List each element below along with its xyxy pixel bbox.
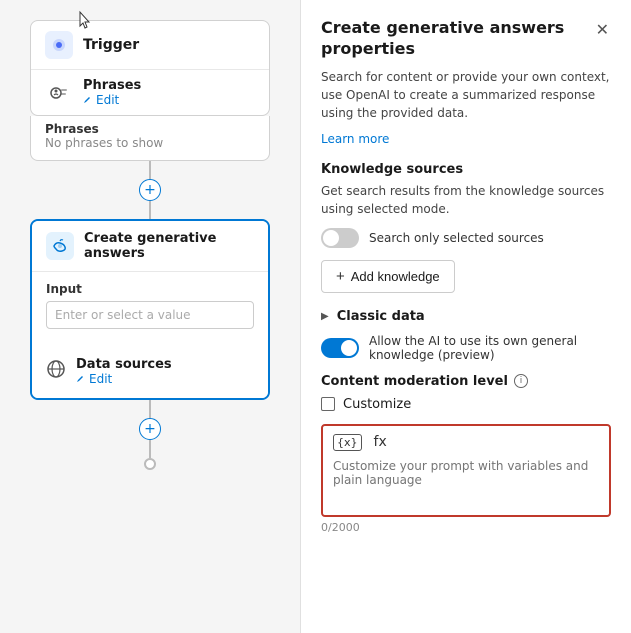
classic-data-label: Classic data (337, 309, 425, 324)
variable-icon[interactable]: {x} (333, 434, 362, 451)
classic-data-section[interactable]: ▶ Classic data (321, 309, 611, 324)
phrases-icon (45, 79, 73, 107)
trigger-icon (45, 31, 73, 59)
fx-icon[interactable]: fx (374, 434, 387, 450)
connector-line-2 (149, 201, 151, 219)
ai-knowledge-toggle-row: Allow the AI to use its own general know… (321, 334, 611, 362)
add-node-button-1[interactable]: + (139, 179, 161, 201)
trigger-label: Trigger (83, 37, 139, 53)
connector-2: + (139, 400, 161, 470)
connector-line-3 (149, 400, 151, 418)
phrases-edit-link[interactable]: Edit (83, 93, 141, 107)
add-node-button-2[interactable]: + (139, 418, 161, 440)
ai-knowledge-toggle[interactable] (321, 338, 359, 358)
panel-title: Create generative answers properties (321, 18, 594, 60)
content-moderation-label: Content moderation level (321, 374, 508, 389)
add-knowledge-plus-icon: + (336, 268, 345, 285)
add-knowledge-button[interactable]: + Add knowledge (321, 260, 455, 293)
end-node (144, 458, 156, 470)
gen-answers-label: Create generative answers (84, 231, 254, 261)
knowledge-sources-title: Knowledge sources (321, 162, 611, 177)
var-icon-label: {x} (333, 434, 362, 451)
content-moderation-info-icon[interactable]: i (514, 374, 528, 388)
panel-description: Search for content or provide your own c… (321, 68, 611, 122)
connector-line-4 (149, 440, 151, 458)
data-sources-icon (46, 359, 66, 384)
gen-answers-node: Create generative answers Input Enter or… (30, 219, 270, 400)
customize-label: Customize (343, 397, 411, 412)
prompt-count: 0/2000 (321, 521, 611, 534)
search-only-toggle-row: Search only selected sources (321, 228, 611, 248)
phrases-section-label: Phrases (45, 122, 255, 136)
ai-knowledge-label: Allow the AI to use its own general know… (369, 334, 611, 362)
customize-row: Customize (321, 397, 611, 412)
data-sources-edit-link[interactable]: Edit (76, 372, 172, 386)
close-button[interactable]: ✕ (594, 18, 611, 41)
data-sources-edit-icon (76, 374, 86, 384)
phrases-section: Phrases No phrases to show (30, 116, 270, 161)
prompt-area[interactable]: {x} fx (321, 424, 611, 517)
ai-toggle-knob (341, 340, 357, 356)
prompt-textarea[interactable] (333, 459, 599, 503)
phrases-empty-text: No phrases to show (45, 136, 255, 150)
classic-data-chevron: ▶ (321, 311, 329, 322)
data-sources-title: Data sources (76, 357, 172, 372)
edit-icon (83, 95, 93, 105)
content-moderation-section: Content moderation level i (321, 374, 611, 389)
search-only-label: Search only selected sources (369, 231, 544, 245)
search-only-toggle[interactable] (321, 228, 359, 248)
phrases-title: Phrases (83, 78, 141, 93)
learn-more-link[interactable]: Learn more (321, 132, 611, 146)
right-panel: Create generative answers properties ✕ S… (300, 0, 631, 633)
connector-line-1 (149, 161, 151, 179)
gen-answers-icon (46, 232, 74, 260)
left-panel: Trigger Phrases Edit (0, 0, 300, 633)
prompt-toolbar: {x} fx (333, 434, 599, 451)
add-knowledge-label: Add knowledge (351, 269, 440, 284)
connector-1: + (139, 161, 161, 219)
input-label: Input (46, 282, 254, 296)
trigger-node: Trigger Phrases Edit (30, 20, 270, 116)
customize-checkbox[interactable] (321, 397, 335, 411)
knowledge-sources-desc: Get search results from the knowledge so… (321, 182, 611, 218)
toggle-knob (323, 230, 339, 246)
input-field[interactable]: Enter or select a value (46, 301, 254, 329)
